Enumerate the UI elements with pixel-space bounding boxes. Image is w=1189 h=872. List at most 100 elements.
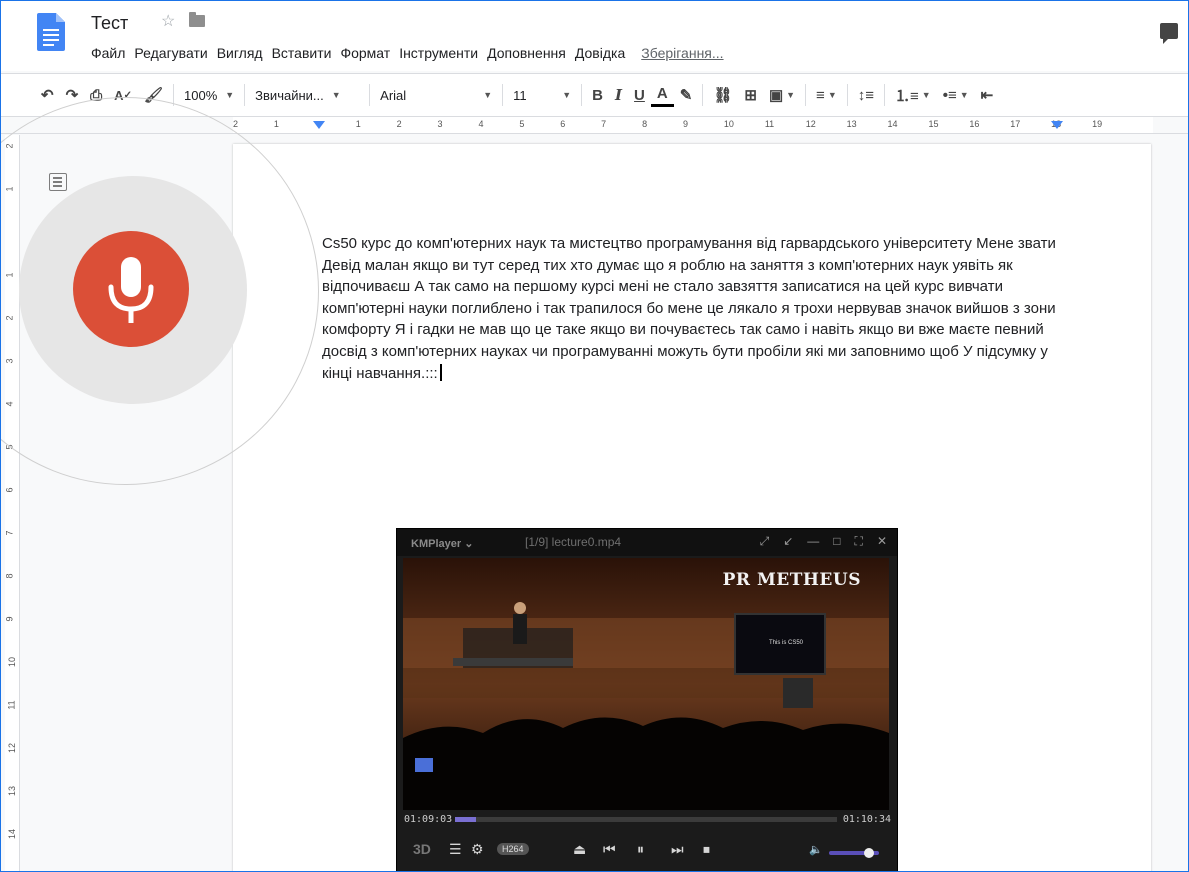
ruler-label: 8 [642,119,648,129]
ruler-label: 7 [601,119,607,129]
title-bar: Тест ☆ Файл Редагувати Вигляд Вставити Ф… [1,1,1188,71]
vertical-ruler-label: 14 [7,828,18,840]
insert-image-icon[interactable]: ▣ ▼ [763,81,801,109]
insert-comment-icon[interactable]: ⊞ [738,81,763,109]
vertical-ruler-label: 6 [4,487,15,493]
vertical-ruler-label: 8 [4,573,15,579]
folder-icon[interactable] [189,12,205,27]
font-size-value: 11 [513,87,527,103]
undo-icon[interactable]: ↶ [35,81,60,109]
video-frame[interactable]: This is CS50 PR METHEUS [403,558,889,810]
menu-edit[interactable]: Редагувати [134,45,207,61]
ruler-label: 1 [273,119,279,129]
ruler-track: 2 1 1 2 3 4 5 6 7 8 9 10 11 12 13 14 15 16 17 18 19 [233,117,1153,133]
menu-format[interactable]: Формат [340,45,390,61]
playlist-icon[interactable]: ☰ [449,841,462,858]
vertical-ruler-label: 13 [7,785,18,797]
ruler-label: 3 [437,119,443,129]
saving-status[interactable]: Зберігання... [641,45,723,61]
next-icon[interactable]: ⏭ [671,841,684,858]
chevron-down-icon: ▼ [225,90,235,100]
align-icon[interactable]: ≡ ▼ [810,81,843,109]
volume-slider[interactable] [829,848,879,858]
underline-button[interactable]: U [628,81,651,109]
google-docs-logo-icon[interactable] [37,13,65,51]
ruler-label: 5 [519,119,525,129]
font-select[interactable]: Arial ▼ [374,81,498,109]
document-title[interactable]: Тест [91,13,128,34]
codec-badge[interactable]: H264 [497,843,529,855]
zoom-value: 100% [184,87,218,103]
menu-tools[interactable]: Інструменти [399,45,478,61]
italic-button[interactable]: I [609,81,628,109]
pause-icon[interactable]: ⏸ [637,841,644,858]
numbered-list-icon[interactable]: ⒈≡ ▼ [889,81,937,109]
highlight-icon[interactable]: ✎ [674,81,699,109]
kmplayer-window[interactable]: KMPlayer ⌄ [1/9] lecture0.mp4 ⤢ ↙ — □ ⛶ … [396,528,898,871]
toolbar-divider [884,84,885,106]
close-icon[interactable]: ✕ [877,534,887,549]
mode-3d-button[interactable]: 3D [413,841,431,857]
settings-gear-icon[interactable]: ⚙ [471,841,484,858]
mini-mode-icon[interactable]: ↙ [783,534,793,549]
line-spacing-icon[interactable]: ↕≡ [852,81,880,109]
ruler-labels: 2 1 1 2 3 4 5 6 7 8 9 10 11 12 13 14 15 16 17 18 19 [233,119,1153,131]
ruler-label: 17 [1010,119,1021,129]
menu-help[interactable]: Довідка [575,45,625,61]
text-cursor [439,363,442,381]
menu-view[interactable]: Вигляд [217,45,263,61]
style-select[interactable]: Звичайни... ▼ [249,81,365,109]
stop-icon[interactable]: ⏹ [703,841,710,858]
bold-button[interactable]: B [586,81,609,109]
comments-icon[interactable] [1160,23,1178,44]
menu-file[interactable]: Файл [91,45,125,61]
bulleted-list-icon[interactable]: •≡ ▼ [937,81,975,109]
left-indent-marker[interactable] [313,121,325,129]
pin-icon[interactable]: ⤢ [760,534,770,549]
volume-knob[interactable] [864,848,874,858]
decrease-indent-icon[interactable]: ⇤ [975,81,1000,109]
font-size-select[interactable]: 11 ▼ [507,81,577,109]
document-body-text: Cs50 курс до комп'ютерних наук та мистец… [322,235,1056,382]
chevron-down-icon: ▼ [331,90,341,100]
previous-icon[interactable]: ⏮ [603,841,616,858]
kmplayer-logo[interactable]: KMPlayer ⌄ [411,537,473,550]
toolbar-divider [502,84,504,106]
vertical-ruler-label: 9 [4,616,15,622]
menu-insert[interactable]: Вставити [272,45,332,61]
eject-icon[interactable]: ⏏ [573,841,586,858]
menu-bar: Файл Редагувати Вигляд Вставити Формат І… [91,45,733,61]
document-body[interactable]: Cs50 курс до комп'ютерних наук та мистец… [322,233,1082,384]
kmplayer-controls: 3D ☰ ⚙ H264 ⏏ ⏮ ⏸ ⏭ ⏹ 🔈 [397,829,897,871]
link-icon[interactable]: ⛓ [707,81,738,109]
toolbar-divider [244,84,246,106]
voice-typing-mic-button[interactable] [73,231,189,347]
seek-bar[interactable] [455,817,837,822]
kmplayer-app-name: KMPlayer [411,538,462,550]
menu-addons[interactable]: Доповнення [487,45,566,61]
chevron-down-icon: ▼ [483,90,493,100]
prometheus-watermark: PR METHEUS [722,570,861,590]
kmplayer-window-controls: ⤢ ↙ — □ ⛶ ✕ [746,534,887,549]
seek-progress [455,817,476,822]
ruler-label: 4 [478,119,484,129]
zoom-select[interactable]: 100% ▼ [178,81,240,109]
ruler-label: 12 [805,119,816,129]
maximize-icon[interactable]: □ [833,534,840,549]
ruler-label: 14 [887,119,898,129]
ruler-label: 6 [560,119,566,129]
text-color-button[interactable]: A [650,84,674,107]
star-icon[interactable]: ☆ [161,11,175,31]
fullscreen-icon[interactable]: ⛶ [855,534,863,549]
vertical-ruler-label: 10 [7,656,18,668]
style-value: Звичайни... [255,87,324,103]
font-value: Arial [380,87,407,103]
ruler-label: 9 [683,119,689,129]
right-indent-marker[interactable] [1051,121,1063,129]
minimize-icon[interactable]: — [807,534,819,549]
vertical-ruler-label: 12 [7,742,18,754]
vertical-ruler-label: 11 [6,700,17,710]
volume-icon[interactable]: 🔈 [809,843,823,856]
kmplayer-titlebar[interactable]: KMPlayer ⌄ [1/9] lecture0.mp4 ⤢ ↙ — □ ⛶ … [397,529,897,556]
toolbar-divider [805,84,807,106]
